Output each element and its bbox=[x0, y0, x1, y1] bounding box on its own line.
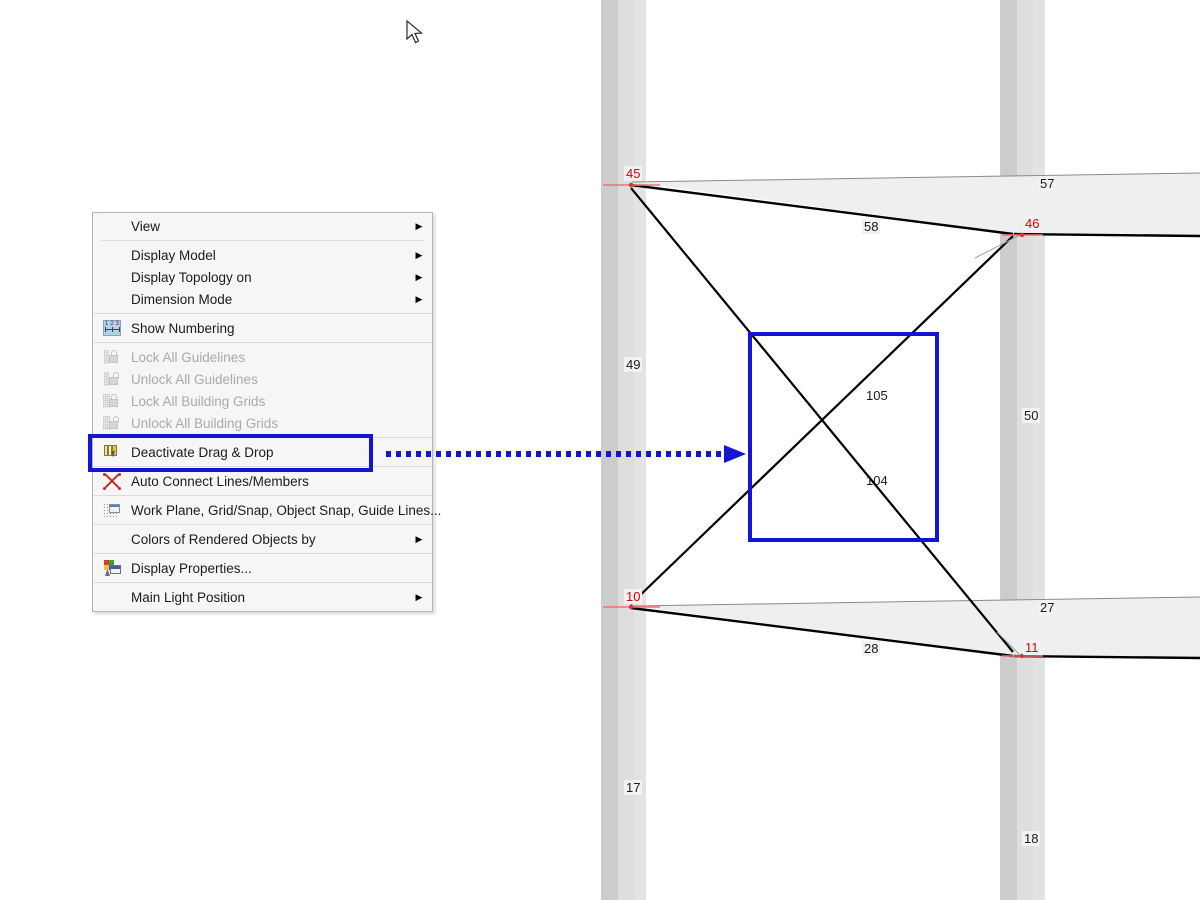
menu-icon-slot bbox=[97, 499, 127, 521]
lock-guidelines-icon bbox=[103, 348, 121, 366]
auto-connect-icon bbox=[103, 472, 121, 490]
numbering-icon: 123 bbox=[103, 320, 121, 336]
menu-icon-slot bbox=[97, 412, 127, 434]
member-label: 50 bbox=[1022, 408, 1040, 423]
menu-icon-slot bbox=[97, 528, 127, 550]
member-label: 28 bbox=[862, 641, 880, 656]
menu-separator bbox=[93, 313, 432, 314]
menu-item-work-plane-grid-snap[interactable]: Work Plane, Grid/Snap, Object Snap, Guid… bbox=[93, 499, 432, 521]
unlock-guidelines-icon bbox=[103, 370, 121, 388]
menu-separator bbox=[93, 342, 432, 343]
menu-item-unlock-all-building-grids: Unlock All Building Grids bbox=[93, 412, 432, 434]
menu-item-label: Work Plane, Grid/Snap, Object Snap, Guid… bbox=[127, 503, 441, 518]
menu-item-label: Main Light Position bbox=[127, 590, 412, 605]
menu-icon-slot bbox=[97, 266, 127, 288]
menu-item-label: Dimension Mode bbox=[127, 292, 412, 307]
menu-separator bbox=[93, 437, 432, 438]
application-window: 45 46 10 11 57 58 49 50 105 104 27 28 17… bbox=[0, 0, 1200, 900]
mouse-cursor bbox=[406, 20, 426, 53]
menu-item-label: View bbox=[127, 219, 412, 234]
menu-item-lock-all-guidelines: Lock All Guidelines bbox=[93, 346, 432, 368]
menu-item-dimension-mode[interactable]: Dimension Mode ▶ bbox=[93, 288, 432, 310]
menu-item-unlock-all-guidelines: Unlock All Guidelines bbox=[93, 368, 432, 390]
dotted-arrow-right-icon bbox=[380, 440, 750, 468]
arrow-cursor-icon bbox=[406, 20, 426, 48]
node-label: 45 bbox=[624, 166, 642, 181]
chevron-right-icon: ▶ bbox=[412, 535, 426, 544]
menu-icon-slot bbox=[97, 470, 127, 492]
unlock-building-grids-icon bbox=[103, 414, 121, 432]
menu-item-label: Display Topology on bbox=[127, 270, 412, 285]
menu-item-view[interactable]: View ▶ bbox=[93, 215, 432, 237]
beam-lower bbox=[631, 597, 1200, 658]
annotation-arrow bbox=[380, 440, 750, 473]
member-label: 18 bbox=[1022, 831, 1040, 846]
member-label: 49 bbox=[624, 357, 642, 372]
menu-item-label: Colors of Rendered Objects by bbox=[127, 532, 412, 547]
column-right bbox=[1000, 0, 1045, 900]
menu-item-auto-connect-lines-members[interactable]: Auto Connect Lines/Members bbox=[93, 470, 432, 492]
chevron-right-icon: ▶ bbox=[412, 222, 426, 231]
menu-item-label: Display Properties... bbox=[127, 561, 412, 576]
menu-icon-slot bbox=[97, 346, 127, 368]
menu-item-label: Show Numbering bbox=[127, 321, 412, 336]
node-label: 10 bbox=[624, 589, 642, 604]
member-label: 58 bbox=[862, 219, 880, 234]
member-label: 104 bbox=[864, 473, 890, 488]
member-label: 17 bbox=[624, 780, 642, 795]
menu-icon-slot bbox=[97, 390, 127, 412]
bracing-members bbox=[631, 188, 1013, 652]
member-label: 27 bbox=[1038, 600, 1056, 615]
menu-icon-slot bbox=[97, 368, 127, 390]
menu-separator bbox=[93, 582, 432, 583]
member-label: 105 bbox=[864, 388, 890, 403]
beam-upper bbox=[631, 173, 1200, 236]
menu-icon-slot bbox=[97, 586, 127, 608]
context-menu[interactable]: View ▶ Display Model ▶ Display Topology … bbox=[92, 212, 433, 612]
menu-item-display-topology-on[interactable]: Display Topology on ▶ bbox=[93, 266, 432, 288]
menu-item-label: Lock All Building Grids bbox=[127, 394, 412, 409]
member-label: 57 bbox=[1038, 176, 1056, 191]
menu-item-colors-of-rendered-objects-by[interactable]: Colors of Rendered Objects by ▶ bbox=[93, 528, 432, 550]
drag-drop-icon bbox=[103, 443, 121, 461]
menu-icon-slot bbox=[97, 244, 127, 266]
menu-item-display-properties[interactable]: Display Properties... bbox=[93, 557, 432, 579]
menu-icon-slot bbox=[97, 288, 127, 310]
menu-separator bbox=[93, 524, 432, 525]
menu-item-label: Display Model bbox=[127, 248, 412, 263]
menu-separator bbox=[93, 553, 432, 554]
menu-item-label: Auto Connect Lines/Members bbox=[127, 474, 412, 489]
node-label: 11 bbox=[1023, 640, 1041, 655]
chevron-right-icon: ▶ bbox=[412, 273, 426, 282]
menu-item-label: Unlock All Building Grids bbox=[127, 416, 412, 431]
chevron-right-icon: ▶ bbox=[412, 295, 426, 304]
menu-item-show-numbering[interactable]: 123 Show Numbering bbox=[93, 317, 432, 339]
chevron-right-icon: ▶ bbox=[412, 251, 426, 260]
menu-icon-slot bbox=[97, 215, 127, 237]
grid-snap-icon bbox=[103, 501, 121, 519]
lock-building-grids-icon bbox=[103, 392, 121, 410]
menu-separator bbox=[93, 495, 432, 496]
menu-icon-slot bbox=[97, 557, 127, 579]
node-label: 46 bbox=[1023, 216, 1041, 231]
menu-item-label: Deactivate Drag & Drop bbox=[127, 445, 412, 460]
menu-icon-slot bbox=[97, 441, 127, 463]
menu-item-display-model[interactable]: Display Model ▶ bbox=[93, 244, 432, 266]
menu-item-main-light-position[interactable]: Main Light Position ▶ bbox=[93, 586, 432, 608]
menu-item-label: Lock All Guidelines bbox=[127, 350, 412, 365]
menu-icon-slot: 123 bbox=[97, 317, 127, 339]
display-properties-icon bbox=[103, 559, 121, 577]
menu-separator bbox=[101, 240, 424, 241]
menu-item-lock-all-building-grids: Lock All Building Grids bbox=[93, 390, 432, 412]
menu-item-label: Unlock All Guidelines bbox=[127, 372, 412, 387]
chevron-right-icon: ▶ bbox=[412, 593, 426, 602]
